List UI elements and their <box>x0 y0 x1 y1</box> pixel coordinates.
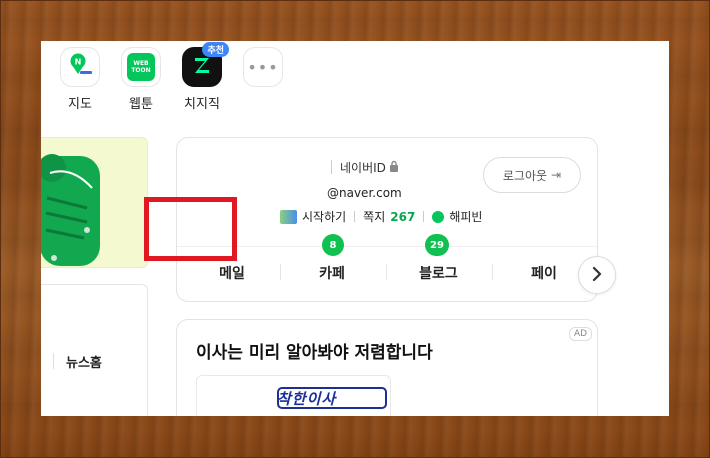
app-label: 웹툰 <box>129 97 153 112</box>
app-label: 지도 <box>68 97 92 112</box>
naver-id[interactable]: 네이버ID <box>340 159 386 176</box>
recommend-badge: 추천 <box>202 42 229 57</box>
app-label: 치지직 <box>184 97 220 112</box>
divider <box>354 211 356 222</box>
tab-label: 카페 <box>319 266 345 282</box>
map-icon: N <box>67 52 93 82</box>
mail-highlight-box <box>144 197 237 261</box>
logout-button[interactable]: 로그아웃 ⇥ <box>483 157 581 193</box>
news-card: 뉴스홈 <box>41 284 148 416</box>
tabs-next-button[interactable] <box>578 256 616 294</box>
lock-icon <box>389 160 399 175</box>
ad-image[interactable]: 착한이사 <box>196 375 391 416</box>
svg-text:N: N <box>75 58 82 67</box>
shopping-banner[interactable] <box>41 137 148 268</box>
divider <box>386 264 387 280</box>
ad-card[interactable]: AD 이사는 미리 알아봐야 저렴합니다 착한이사 <box>176 319 598 416</box>
ad-title[interactable]: 이사는 미리 알아봐야 저렴합니다 <box>196 338 433 363</box>
logout-icon: ⇥ <box>551 168 562 182</box>
app-shortcut-chzzk[interactable]: 추천 치지직 <box>182 42 229 112</box>
tab-label: 메일 <box>219 266 245 282</box>
happybean-link[interactable]: 해피빈 <box>449 208 482 225</box>
divider <box>331 160 332 174</box>
tab-pay[interactable]: 페이 <box>499 250 589 296</box>
tab-label: 블로그 <box>419 266 458 282</box>
start-link[interactable]: 시작하기 <box>302 208 346 225</box>
webtoon-icon-text-top: WEB <box>133 60 149 67</box>
tab-label: 페이 <box>531 266 557 282</box>
app-shortcut-webtoon[interactable]: WEB TOON 웹툰 <box>121 47 165 112</box>
app-shortcut-map[interactable]: N 지도 <box>60 47 104 112</box>
divider <box>177 246 597 247</box>
naver-main-screen: N 지도 WEB TOON 웹툰 추천 치지직 ••• 뉴스홈 네이버ID 로그… <box>41 41 669 416</box>
note-link[interactable]: 쪽지 <box>363 208 385 225</box>
divider <box>280 264 281 280</box>
more-icon: ••• <box>247 57 279 77</box>
chevron-right-icon <box>592 266 602 285</box>
tab-cafe[interactable]: 카페 <box>287 250 377 296</box>
ad-badge: AD <box>569 327 593 341</box>
webtoon-icon-text-bottom: TOON <box>131 67 151 74</box>
divider <box>492 264 493 280</box>
logout-label: 로그아웃 <box>502 168 548 183</box>
tab-blog[interactable]: 블로그 <box>391 250 486 296</box>
email-address: @naver.com <box>327 186 402 200</box>
news-home-link[interactable]: 뉴스홈 <box>66 352 102 371</box>
happybean-icon <box>432 210 445 223</box>
webtoon-icon: WEB TOON <box>127 53 155 81</box>
divider <box>53 353 54 369</box>
chzzk-icon <box>191 54 213 80</box>
app-shortcut-more[interactable]: ••• <box>243 47 287 87</box>
truck-logo-icon <box>277 387 387 409</box>
note-count: 267 <box>390 209 416 224</box>
profile-card: 네이버ID 로그아웃 ⇥ @naver.com 시작하기 쪽지 267 해피빈 … <box>176 137 598 302</box>
green-bag-image <box>41 154 100 266</box>
divider <box>423 211 425 222</box>
start-icon <box>280 209 297 224</box>
